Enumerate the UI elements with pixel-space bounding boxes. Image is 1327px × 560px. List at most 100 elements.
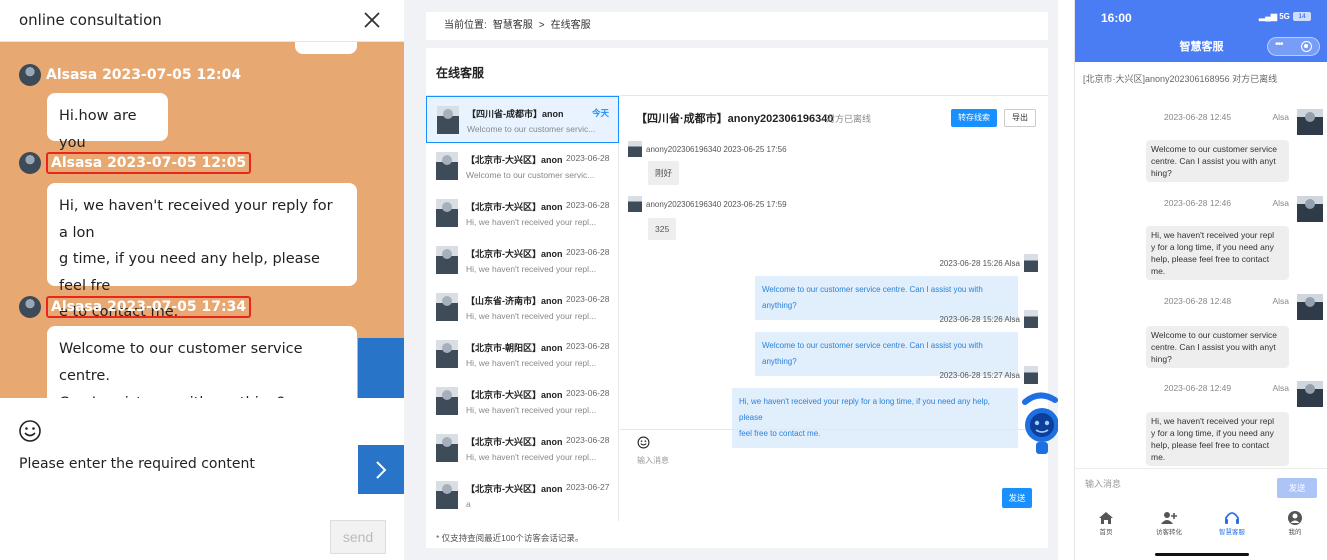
emoji-icon[interactable] — [18, 419, 42, 443]
avatar — [628, 141, 642, 157]
tab-label: 我的 — [1288, 529, 1302, 536]
visitor-message-meta: anony202306196340 2023-06-25 17:56 — [628, 141, 787, 157]
message-meta: Alsasa 2023-07-05 17:34 — [19, 295, 252, 319]
session-snippet: Hi, we haven't received your repl... — [466, 217, 597, 227]
session-item[interactable]: 【北京市-朝阳区】anon... 2023-06-28 Hi, we haven… — [426, 331, 619, 378]
message-meta: Alsasa 2023-07-05 12:05 — [19, 151, 252, 175]
tab-visitor-conversion[interactable]: 访客转化 — [1139, 511, 1199, 536]
message-meta: 2023-06-28 12:45 Alsa — [1164, 112, 1289, 122]
visitor-message-meta: anony202306196340 2023-06-25 17:59 — [628, 196, 787, 212]
avatar — [628, 196, 642, 212]
session-item[interactable]: 【北京市-大兴区】anon... 2023-06-27 a — [426, 472, 619, 519]
sender-timestamp: Alsasa 2023-07-05 12:04 — [46, 67, 242, 83]
send-button[interactable]: 发送 — [1002, 488, 1032, 508]
session-item[interactable]: 【北京市-大兴区】anon... 2023-06-28 Welcome to o… — [426, 143, 619, 190]
avatar — [19, 152, 41, 174]
message-input[interactable]: Please enter the required content — [19, 456, 255, 472]
message-time: 2023-06-28 12:49 — [1164, 383, 1232, 393]
avatar — [436, 340, 458, 368]
session-snippet: Hi, we haven't received your repl... — [466, 264, 597, 274]
tab-mine[interactable]: 我的 — [1265, 511, 1325, 536]
session-item[interactable]: 【山东省-济南市】anon... 2023-06-28 Hi, we haven… — [426, 284, 619, 331]
home-indicator — [1155, 553, 1249, 556]
message-sender: Alsa — [1272, 383, 1289, 393]
status-time: 16:00 — [1101, 11, 1132, 25]
tab-label: 访客转化 — [1156, 529, 1182, 536]
message-meta: 2023-06-28 12:49 Alsa — [1164, 383, 1289, 393]
message-bubble: Welcome to our customer service centre. … — [1146, 326, 1289, 368]
user-add-icon — [1161, 512, 1177, 524]
breadcrumb-parent[interactable]: 智慧客服 — [493, 20, 533, 31]
more-icon[interactable]: ••• — [1275, 39, 1283, 50]
message-time: 2023-06-28 12:48 — [1164, 296, 1232, 306]
close-target-icon[interactable] — [1301, 41, 1312, 52]
session-snippet: Hi, we haven't received your repl... — [466, 452, 597, 462]
avatar — [437, 106, 459, 134]
page-title: 在线客服 — [436, 66, 485, 80]
message-sender: Alsa — [1272, 296, 1289, 306]
message-time: 2023-06-28 12:45 — [1164, 112, 1232, 122]
session-list: 【四川省-成都市】anon... 今天 Welcome to our custo… — [426, 95, 619, 521]
message-sender: Alsa — [1272, 198, 1289, 208]
session-date: 2023-06-28 — [566, 200, 610, 210]
agent-meta-text: 2023-06-28 15:26 Alsa — [939, 314, 1020, 324]
session-location: 【北京市-大兴区】anon... — [466, 437, 562, 447]
close-icon[interactable] — [360, 8, 384, 32]
session-location: 【山东省-济南市】anon... — [466, 296, 562, 306]
desktop-console-panel: 当前位置: 智慧客服 > 在线客服 在线客服 【四川省-成都市】anon... 今天 … — [404, 0, 1058, 560]
avatar — [1297, 196, 1323, 222]
session-item[interactable]: 【北京市-大兴区】anon... 2023-06-28 Hi, we haven… — [426, 425, 619, 472]
visitor-meta-text: anony202306196340 2023-06-25 17:59 — [646, 199, 787, 209]
session-item[interactable]: 【北京市-大兴区】anon... 2023-06-28 Hi, we haven… — [426, 378, 619, 425]
tab-home[interactable]: 首页 — [1076, 511, 1136, 536]
avatar — [436, 293, 458, 321]
previous-bubble-stub — [295, 42, 357, 54]
app-top-bar: 16:00 ▂▄▆ 5G 14 智慧客服 ••• — [1075, 0, 1327, 62]
session-snippet: Hi, we haven't received your repl... — [466, 358, 597, 368]
footnote: * 仅支持查阅最近100个访客会话记录。 — [436, 533, 584, 543]
expand-button[interactable] — [358, 445, 404, 494]
send-button[interactable]: send — [330, 520, 386, 554]
message-bubble: Hi, we haven't received your repl y for … — [1146, 412, 1289, 466]
tab-label: 首页 — [1099, 529, 1113, 536]
session-snippet: Hi, we haven't received your repl... — [466, 405, 597, 415]
user-icon — [1288, 511, 1302, 525]
session-location: 【北京市-大兴区】anon... — [466, 390, 562, 400]
session-item[interactable]: 【北京市-大兴区】anon... 2023-06-28 Hi, we haven… — [426, 190, 619, 237]
avatar — [1297, 294, 1323, 320]
session-item[interactable]: 【四川省-成都市】anon... 今天 Welcome to our custo… — [426, 96, 619, 143]
message-input[interactable]: 输入消息 — [637, 455, 669, 466]
session-location: 【北京市-大兴区】anon... — [466, 202, 562, 212]
export-button[interactable]: 导出 — [1004, 109, 1036, 127]
avatar — [436, 481, 458, 509]
message-input[interactable]: 输入消息 — [1085, 477, 1121, 490]
main-card: 在线客服 【四川省-成都市】anon... 今天 Welcome to our … — [426, 48, 1048, 548]
agent-meta-text: 2023-06-28 15:26 Alsa — [939, 258, 1020, 268]
highlighted-sender-timestamp: Alsasa 2023-07-05 17:34 — [46, 296, 252, 318]
session-location: 【北京市-大兴区】anon... — [466, 155, 562, 165]
widget-header: online consultation — [0, 0, 404, 42]
signal-icon: ▂▄▆ 5G — [1259, 12, 1290, 21]
send-button[interactable]: 发送 — [1277, 478, 1317, 498]
mini-program-capsule: ••• — [1267, 37, 1320, 56]
save-lead-button[interactable]: 转存线索 — [951, 109, 997, 127]
message-bubble: Hi, we haven't received your reply for a… — [47, 183, 357, 320]
ai-assistant-icon[interactable] — [1019, 392, 1058, 458]
session-date: 2023-06-27 — [566, 482, 610, 492]
message-bubble: Hi, we haven't received your repl y for … — [1146, 226, 1289, 280]
mobile-widget-panel: online consultation Alsasa 2023-07-05 12… — [0, 0, 404, 560]
avatar — [436, 246, 458, 274]
avatar — [436, 387, 458, 415]
chevron-right-icon — [376, 460, 387, 479]
tab-label: 智慧客服 — [1219, 529, 1245, 536]
avatar — [1024, 254, 1038, 272]
avatar — [1297, 381, 1323, 407]
chat-window: 【四川省·成都市】anony202306196340 对方已离线 转存线索 导出… — [620, 95, 1048, 521]
emoji-icon[interactable] — [637, 436, 650, 449]
session-snippet: Welcome to our customer servic... — [467, 124, 596, 134]
tab-smart-service[interactable]: 智慧客服 — [1202, 511, 1262, 536]
session-item[interactable]: 【北京市-大兴区】anon... 2023-06-28 Hi, we haven… — [426, 237, 619, 284]
message-sender: Alsa — [1272, 112, 1289, 122]
session-date: 2023-06-28 — [566, 153, 610, 163]
session-location: 【北京市-大兴区】anon... — [466, 249, 562, 259]
